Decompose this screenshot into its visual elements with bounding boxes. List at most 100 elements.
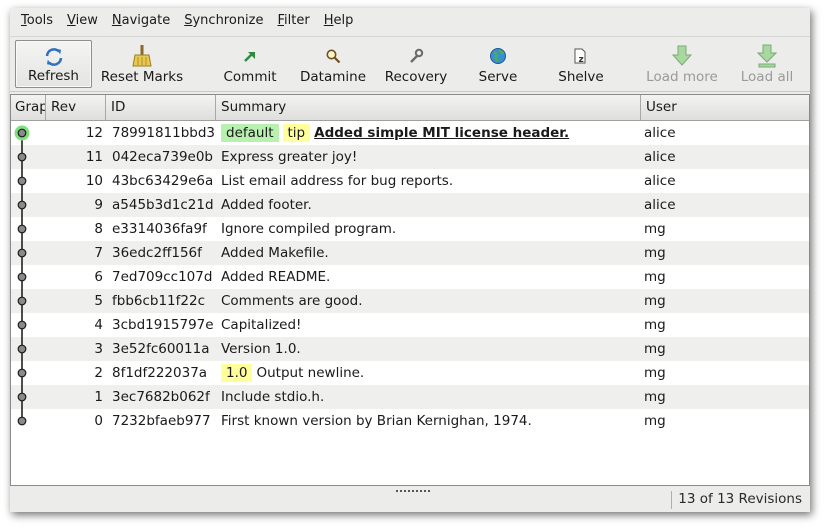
- summary-text: Express greater joy!: [221, 149, 358, 165]
- rev-cell: 9: [94, 197, 103, 213]
- summary-text: Ignore compiled program.: [221, 221, 397, 237]
- menu-help[interactable]: Help: [317, 10, 361, 32]
- serve-button[interactable]: Serve: [472, 40, 524, 88]
- column-user[interactable]: User: [641, 95, 809, 120]
- datamine-label: Datamine: [300, 69, 366, 85]
- rev-cell: 8: [94, 221, 103, 237]
- load-all-label: Load all: [740, 69, 794, 85]
- table-row[interactable]: 9 a545b3d1c21d Added footer. alice: [11, 193, 809, 217]
- menubar: Tools View Navigate Synchronize Filter H…: [10, 8, 810, 34]
- rev-cell: 11: [85, 149, 103, 165]
- summary-text: First known version by Brian Kernighan, …: [221, 413, 532, 429]
- user-cell: mg: [644, 221, 666, 237]
- user-cell: mg: [644, 245, 666, 261]
- summary-cell: First known version by Brian Kernighan, …: [221, 409, 641, 433]
- serve-label: Serve: [478, 69, 518, 85]
- user-cell: mg: [644, 413, 666, 429]
- revision-count: 13 of 13 Revisions: [678, 491, 802, 507]
- branch-badge: default: [221, 124, 279, 142]
- table-row[interactable]: 1 3ec7682b062f Include stdio.h. mg: [11, 385, 809, 409]
- graph-node: [17, 416, 27, 426]
- user-cell: alice: [644, 173, 676, 189]
- column-graph[interactable]: Graph: [11, 95, 46, 120]
- table-row[interactable]: 12 78991811bbd3 default tip Added simple MIT…: [11, 121, 809, 145]
- table-row[interactable]: 3 3e52fc60011a Version 1.0. mg: [11, 337, 809, 361]
- user-cell: mg: [644, 317, 666, 333]
- recovery-label: Recovery: [384, 69, 448, 85]
- refresh-label: Refresh: [28, 68, 79, 84]
- menu-tools[interactable]: Tools: [14, 10, 60, 32]
- commit-button[interactable]: Commit: [215, 40, 285, 88]
- shelve-icon: z: [574, 48, 586, 65]
- rev-cell: 2: [94, 365, 103, 381]
- arrow-down-to-bar-icon: [756, 44, 778, 68]
- table-header: Graph Rev ID Summary User: [11, 95, 809, 121]
- menu-synchronize[interactable]: Synchronize: [177, 10, 270, 32]
- summary-cell: Express greater joy!: [221, 145, 641, 169]
- graph-node: [17, 344, 27, 354]
- menu-filter[interactable]: Filter: [271, 10, 317, 32]
- table-row[interactable]: 11 042eca739e0b Express greater joy! alice: [11, 145, 809, 169]
- svg-text:z: z: [579, 55, 584, 65]
- id-cell: 78991811bbd3: [112, 125, 216, 141]
- id-cell: 7232bfaeb977: [112, 413, 211, 429]
- column-rev[interactable]: Rev: [46, 95, 106, 120]
- summary-cell: Capitalized!: [221, 313, 641, 337]
- graph-node: [17, 320, 27, 330]
- column-id[interactable]: ID: [106, 95, 216, 120]
- user-cell: mg: [644, 293, 666, 309]
- table-row[interactable]: 4 3cbd1915797e Capitalized! mg: [11, 313, 809, 337]
- id-cell: 36edc2ff156f: [112, 245, 202, 261]
- graph-node: [17, 200, 27, 210]
- menu-navigate[interactable]: Navigate: [105, 10, 177, 32]
- rev-cell: 0: [94, 413, 103, 429]
- summary-cell: Version 1.0.: [221, 337, 641, 361]
- table-row[interactable]: 10 43bc63429e6a List email address for bug…: [11, 169, 809, 193]
- recovery-button[interactable]: Recovery: [380, 40, 452, 88]
- summary-cell: default tip Added simple MIT license heade…: [221, 121, 641, 145]
- tag-badge: 1.0: [221, 364, 253, 382]
- arrow-down-icon: [671, 45, 693, 66]
- wrench-icon: [410, 48, 424, 63]
- shelve-button[interactable]: z Shelve: [550, 40, 612, 88]
- table-row[interactable]: 7 36edc2ff156f Added Makefile. mg: [11, 241, 809, 265]
- splitter-grip-icon[interactable]: [395, 488, 431, 494]
- id-cell: 7ed709cc107d: [112, 269, 213, 285]
- table-row[interactable]: 6 7ed709cc107d Added README. mg: [11, 265, 809, 289]
- user-cell: mg: [644, 269, 666, 285]
- table-row[interactable]: 2 8f1df222037a 1.0 Output newline. mg: [11, 361, 809, 385]
- toolbar: Refresh Reset Marks Commit Datamine Reco…: [10, 36, 810, 92]
- user-cell: alice: [644, 197, 676, 213]
- load-more-button[interactable]: Load more: [642, 40, 722, 88]
- rev-cell: 6: [94, 269, 103, 285]
- load-all-button[interactable]: Load all: [734, 40, 800, 88]
- table-row[interactable]: 8 e3314036fa9f Ignore compiled program. mg: [11, 217, 809, 241]
- graph-node: [17, 152, 27, 162]
- summary-text: Capitalized!: [221, 317, 302, 333]
- table-row[interactable]: 5 fbb6cb11f22c Comments are good. mg: [11, 289, 809, 313]
- column-summary[interactable]: Summary: [216, 95, 641, 120]
- menu-view[interactable]: View: [60, 10, 105, 32]
- shelve-label: Shelve: [558, 69, 604, 85]
- rev-cell: 4: [94, 317, 103, 333]
- summary-text: Added README.: [221, 269, 331, 285]
- graph-node: [17, 392, 27, 402]
- status-separator: [671, 491, 672, 509]
- id-cell: 43bc63429e6a: [112, 173, 214, 189]
- reset-marks-label: Reset Marks: [100, 69, 184, 85]
- refresh-button[interactable]: Refresh: [15, 40, 92, 88]
- id-cell: 3ec7682b062f: [112, 389, 210, 405]
- status-bar: 13 of 13 Revisions: [10, 488, 810, 512]
- table-row[interactable]: 0 7232bfaeb977 First known version by Bria…: [11, 409, 809, 433]
- reset-marks-button[interactable]: Reset Marks: [96, 40, 188, 88]
- commit-icon: [244, 52, 255, 62]
- graph-node: [17, 296, 27, 306]
- user-cell: alice: [644, 149, 676, 165]
- id-cell: fbb6cb11f22c: [112, 293, 206, 309]
- summary-text: Added footer.: [221, 197, 312, 213]
- graph-node: [17, 368, 27, 378]
- id-cell: 042eca739e0b: [112, 149, 213, 165]
- rev-cell: 1: [94, 389, 103, 405]
- datamine-button[interactable]: Datamine: [295, 40, 371, 88]
- summary-cell: Added README.: [221, 265, 641, 289]
